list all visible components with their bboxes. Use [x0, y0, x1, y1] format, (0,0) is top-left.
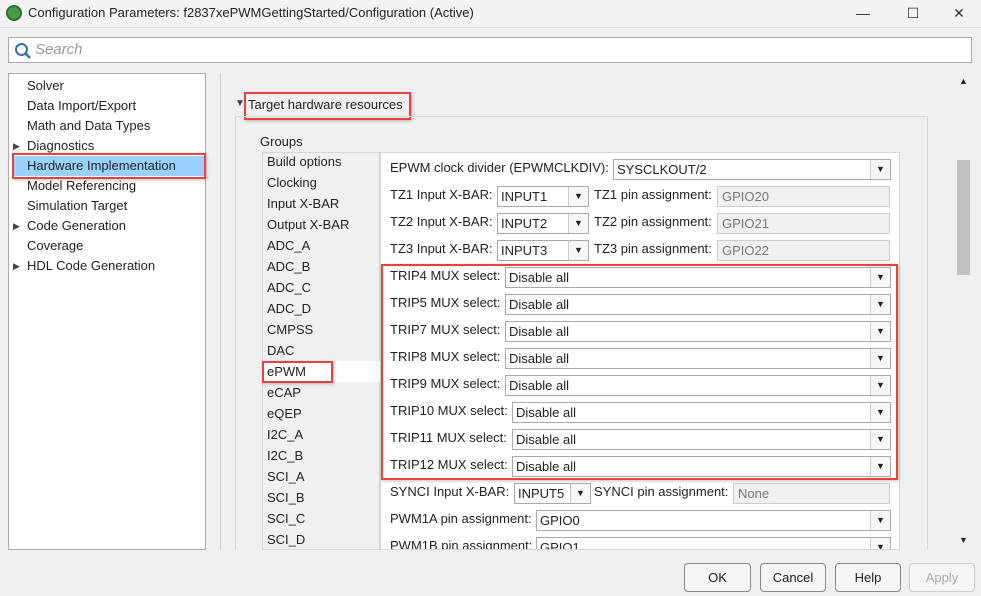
window-title: Configuration Parameters: f2837xePWMGett…: [28, 5, 474, 20]
scroll-down-icon[interactable]: ▼: [959, 535, 968, 545]
group-item[interactable]: Output X-BAR: [267, 214, 349, 235]
group-item[interactable]: SCI_A: [267, 466, 305, 487]
app-gear-icon: [6, 5, 22, 21]
chevron-down-icon[interactable]: ▼: [568, 214, 588, 233]
chevron-down-icon[interactable]: ▼: [568, 187, 588, 206]
group-item[interactable]: SCI_B: [267, 487, 305, 508]
group-item[interactable]: Input X-BAR: [267, 193, 339, 214]
expand-arrow-icon[interactable]: ▶: [13, 216, 20, 236]
field-label: TZ2 pin assignment:: [594, 214, 712, 229]
group-item[interactable]: I2C_A: [267, 424, 303, 445]
apply-button[interactable]: Apply: [909, 563, 975, 592]
highlight-box: [12, 153, 206, 179]
tree-item-label: Code Generation: [27, 218, 127, 233]
group-item[interactable]: ADC_B: [267, 256, 310, 277]
group-item[interactable]: I2C_B: [267, 445, 303, 466]
field-label: SYNCI Input X-BAR:: [390, 484, 510, 499]
group-item[interactable]: SCI_D: [267, 529, 305, 550]
footer: [0, 550, 981, 596]
group-item[interactable]: ADC_D: [267, 298, 311, 319]
tree-item-label: HDL Code Generation: [27, 258, 156, 273]
help-button[interactable]: Help: [835, 563, 901, 592]
tree-item-label: Coverage: [27, 238, 84, 253]
group-item[interactable]: Clocking: [267, 172, 317, 193]
tz-xbar-dropdown[interactable]: INPUT3 ▼: [497, 240, 589, 261]
groups-list: Build options Clocking Input X-BAR Output X…: [262, 152, 380, 550]
chevron-down-icon[interactable]: ▼: [568, 241, 588, 260]
group-item[interactable]: ADC_C: [267, 277, 311, 298]
group-item[interactable]: ADC_A: [267, 235, 310, 256]
dropdown-value: GPIO0: [540, 513, 580, 528]
group-item[interactable]: Build options: [267, 151, 341, 172]
group-item[interactable]: DAC: [267, 340, 294, 361]
highlight-box: [262, 361, 333, 383]
dropdown-value: SYSCLKOUT/2: [617, 162, 707, 177]
field-label: TZ3 pin assignment:: [594, 241, 712, 256]
tree-item-label: Simulation Target: [27, 198, 128, 213]
tz-xbar-dropdown[interactable]: INPUT1 ▼: [497, 186, 589, 207]
field-label: PWM1A pin assignment:: [390, 511, 532, 526]
title-bar: Configuration Parameters: f2837xePWMGett…: [0, 0, 981, 28]
category-tree: Solver Data Import/Export Math and Data Ty…: [8, 73, 206, 550]
clock-divider-dropdown[interactable]: SYSCLKOUT/2 ▼: [613, 159, 891, 180]
ok-button[interactable]: OK: [684, 563, 751, 592]
close-button[interactable]: ✕: [944, 2, 974, 24]
pwm1b-dropdown[interactable]: GPIO1 ▼: [536, 537, 891, 550]
highlight-box: [381, 264, 898, 480]
tree-item-label: Data Import/Export: [27, 98, 137, 113]
group-item[interactable]: SCI_C: [267, 508, 305, 529]
group-item[interactable]: eQEP: [267, 403, 302, 424]
vertical-scrollbar[interactable]: ▲ ▼: [955, 73, 972, 550]
dropdown-value: INPUT1: [501, 189, 548, 204]
field-label: TZ2 Input X-BAR:: [390, 214, 493, 229]
chevron-down-icon[interactable]: ▼: [870, 511, 890, 530]
field-label: PWM1B pin assignment:: [390, 538, 533, 550]
chevron-down-icon[interactable]: ▼: [870, 538, 890, 549]
dropdown-value: INPUT2: [501, 216, 548, 231]
synci-xbar-dropdown[interactable]: INPUT5 ▼: [514, 483, 591, 504]
scrollbar-thumb[interactable]: [957, 160, 970, 275]
field-label: TZ1 pin assignment:: [594, 187, 712, 202]
group-item[interactable]: CMPSS: [267, 319, 313, 340]
field-label: EPWM clock divider (EPWMCLKDIV):: [390, 160, 609, 175]
dropdown-value: INPUT3: [501, 243, 548, 258]
expand-arrow-icon[interactable]: ▶: [13, 256, 20, 276]
group-item[interactable]: eCAP: [267, 382, 301, 403]
dropdown-value: INPUT5: [518, 486, 565, 501]
pin-assignment-field: GPIO22: [717, 240, 890, 261]
tree-item-label: Solver: [27, 78, 64, 93]
cancel-button[interactable]: Cancel: [760, 563, 826, 592]
pwm1a-dropdown[interactable]: GPIO0 ▼: [536, 510, 891, 531]
pin-assignment-field: GPIO21: [717, 213, 890, 234]
search-placeholder: Search: [35, 41, 83, 58]
search-input[interactable]: Search: [8, 37, 972, 63]
pin-assignment-field: None: [733, 483, 890, 504]
tz-xbar-dropdown[interactable]: INPUT2 ▼: [497, 213, 589, 234]
groups-label: Groups: [260, 134, 303, 149]
field-label: TZ1 Input X-BAR:: [390, 187, 493, 202]
minimize-button[interactable]: —: [848, 2, 878, 24]
chevron-down-icon[interactable]: ▼: [570, 484, 590, 503]
chevron-down-icon[interactable]: ▼: [870, 160, 890, 179]
dropdown-value: GPIO1: [540, 540, 580, 550]
field-label: TZ3 Input X-BAR:: [390, 241, 493, 256]
search-icon: [15, 43, 31, 59]
pin-assignment-field: GPIO20: [717, 186, 890, 207]
tree-item-label: Model Referencing: [27, 178, 137, 193]
field-label: SYNCI pin assignment:: [594, 484, 729, 499]
scroll-up-icon[interactable]: ▲: [959, 76, 968, 86]
maximize-button[interactable]: ☐: [898, 2, 928, 24]
tree-item-label: Math and Data Types: [27, 118, 151, 133]
